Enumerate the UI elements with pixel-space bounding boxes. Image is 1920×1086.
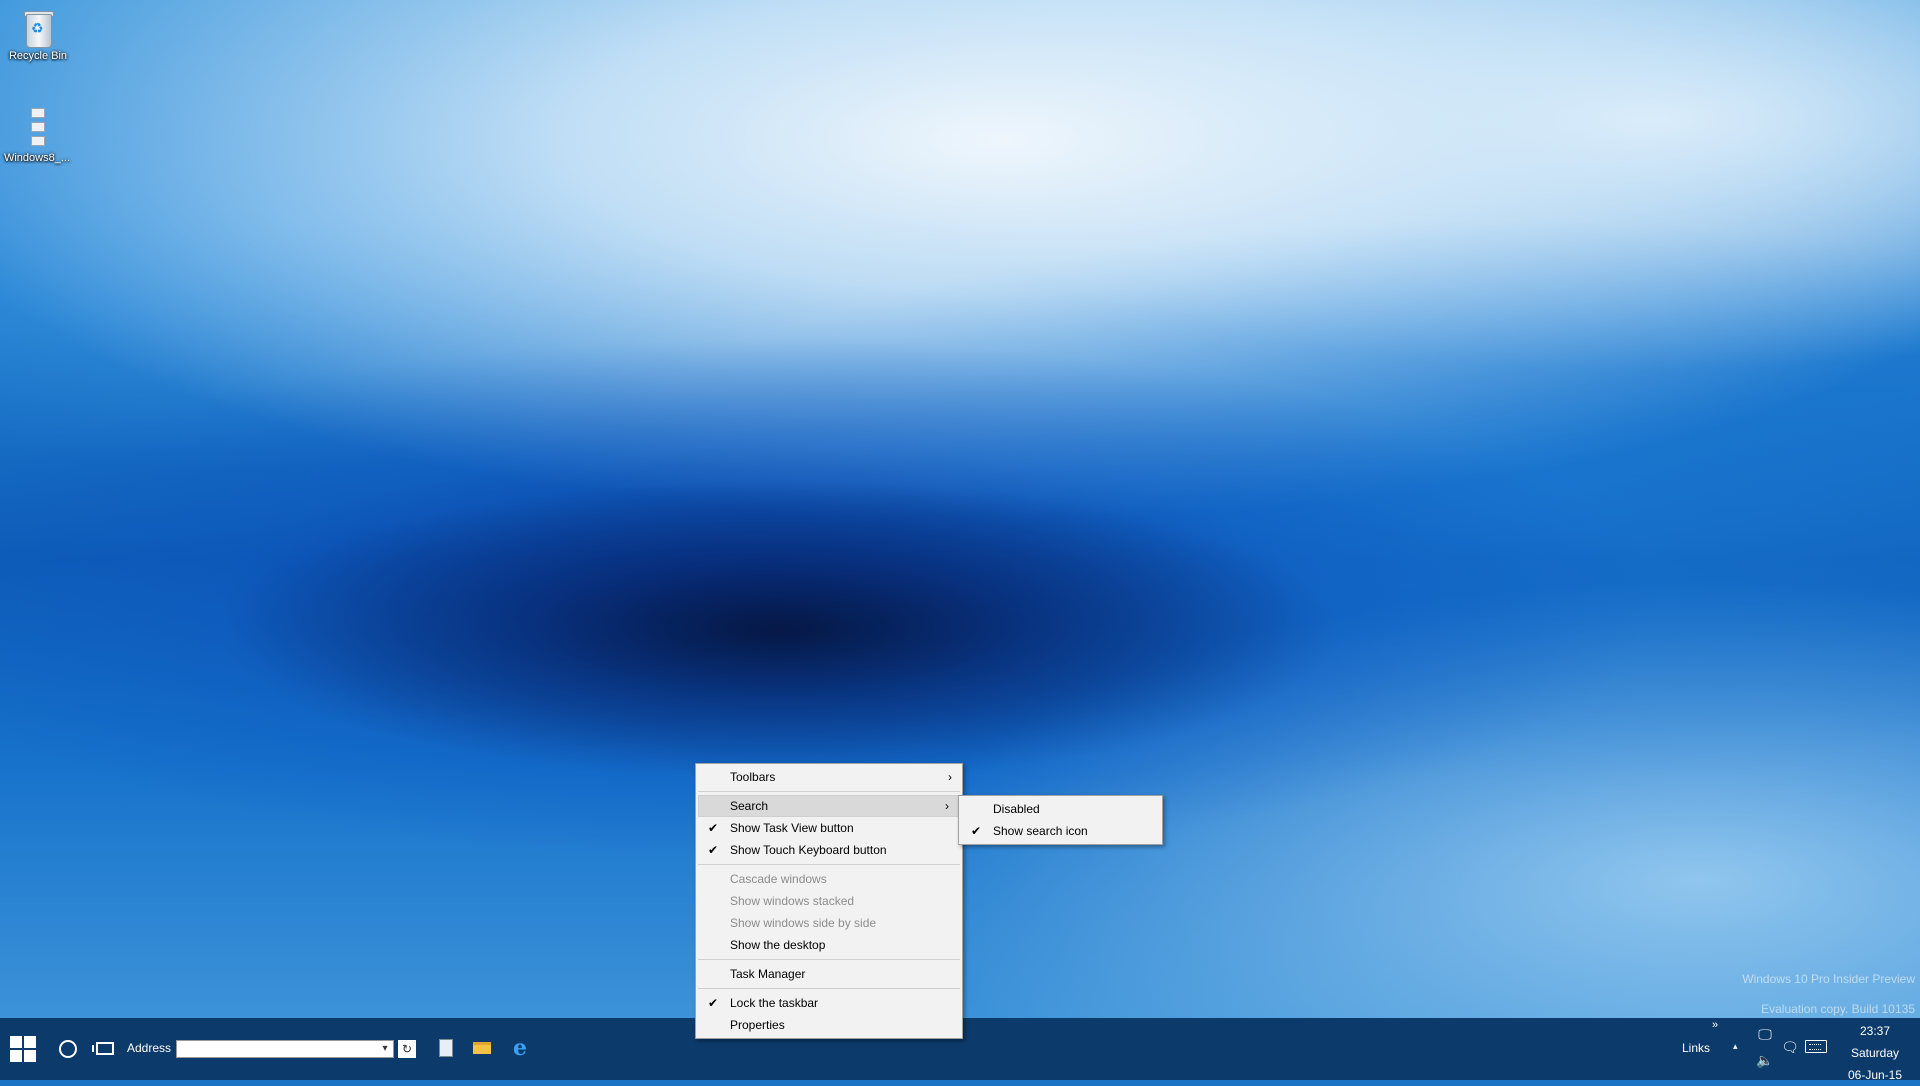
file-explorer-taskbar-button[interactable] [470,1036,494,1060]
links-toolbar-label[interactable]: Links [1682,1041,1710,1055]
taskbar-context-menu: Toolbars › Search › ✔ Show Task View but… [695,763,963,1039]
menu-item-label: Toolbars [730,770,776,784]
windows-logo-icon [10,1036,22,1048]
menu-item-label: Show Touch Keyboard button [730,843,887,857]
clock-time: 23:37 [1859,1024,1891,1038]
show-hidden-icons-button[interactable]: ▴ [1733,1041,1738,1052]
internet-explorer-taskbar-button[interactable]: e [508,1036,532,1060]
menu-item-label: Lock the taskbar [730,996,819,1010]
menu-item-cascade-windows: Cascade windows [696,868,962,890]
submenu-item-show-search-icon[interactable]: ✔ Show search icon [959,820,1162,842]
clock-date: 06-Jun-15 [1847,1068,1903,1082]
taskbar-clock[interactable]: 23:37 Saturday 06-Jun-15 [1842,1020,1908,1086]
desktop-icon-label: Windows8_... [3,152,71,164]
menu-item-show-the-desktop[interactable]: Show the desktop [696,934,962,956]
menu-item-properties[interactable]: Properties [696,1014,962,1036]
task-view-button[interactable] [92,1042,114,1055]
address-input[interactable] [176,1040,394,1058]
address-toolbar-label: Address [127,1041,172,1055]
start-button[interactable] [10,1036,36,1062]
action-center-icon[interactable]: 🗨 [1781,1039,1799,1055]
submenu-arrow-icon: › [945,799,949,813]
notepad-taskbar-button[interactable] [434,1036,458,1060]
notepad-icon [439,1039,453,1057]
touch-keyboard-icon[interactable] [1805,1040,1827,1053]
desktop-icon-windows8-archive[interactable]: Windows8_... [0,106,74,164]
menu-separator [698,988,960,989]
checkmark-icon: ✔ [708,843,719,857]
menu-item-show-touch-keyboard-button[interactable]: ✔ Show Touch Keyboard button [696,839,962,861]
menu-item-label: Show Task View button [730,821,854,835]
desktop-icon-recycle-bin[interactable]: ♻ Recycle Bin [1,8,75,62]
checkmark-icon: ✔ [971,824,982,838]
submenu-arrow-icon: › [948,770,952,784]
menu-item-label: Show windows side by side [730,916,877,930]
menu-item-label: Properties [730,1018,785,1032]
watermark-line-2: Evaluation copy. Build 10135 [1761,1002,1915,1016]
menu-item-toolbars[interactable]: Toolbars › [696,766,962,788]
network-icon[interactable]: 🖵 [1756,1026,1774,1042]
menu-item-search[interactable]: Search › [698,795,960,817]
menu-separator [698,864,960,865]
zip-archive-icon [27,106,47,150]
submenu-item-disabled[interactable]: Disabled [959,798,1162,820]
desktop-icon-label: Recycle Bin [8,50,68,62]
volume-icon[interactable]: 🔈 [1756,1052,1774,1068]
menu-item-show-windows-side-by-side: Show windows side by side [696,912,962,934]
menu-item-label: Show windows stacked [730,894,855,908]
menu-item-task-manager[interactable]: Task Manager [696,963,962,985]
folder-icon [473,1042,491,1054]
menu-item-show-task-view-button[interactable]: ✔ Show Task View button [696,817,962,839]
links-overflow-chevron[interactable]: » [1712,1019,1718,1031]
search-button[interactable] [59,1040,77,1058]
menu-separator [698,791,960,792]
menu-separator [698,959,960,960]
checkmark-icon: ✔ [708,821,719,835]
evaluation-watermark: Windows 10 Pro Insider Preview Evaluatio… [1742,972,1915,1017]
menu-item-label: Show the desktop [730,938,826,952]
address-go-button[interactable]: ↻ [398,1040,416,1058]
menu-item-label: Search [730,799,769,813]
menu-item-show-windows-stacked: Show windows stacked [696,890,962,912]
recycle-bin-icon: ♻ [22,8,54,48]
menu-item-label: Disabled [993,802,1040,816]
menu-item-label: Cascade windows [730,872,827,886]
menu-item-lock-the-taskbar[interactable]: ✔ Lock the taskbar [696,992,962,1014]
clock-day: Saturday [1850,1046,1900,1060]
menu-item-label: Show search icon [993,824,1088,838]
address-dropdown-button[interactable]: ▾ [376,1040,394,1058]
watermark-line-1: Windows 10 Pro Insider Preview [1742,972,1915,986]
internet-explorer-icon: e [513,1035,527,1061]
menu-item-label: Task Manager [730,967,806,981]
checkmark-icon: ✔ [708,996,719,1010]
search-submenu: Disabled ✔ Show search icon [958,795,1163,845]
